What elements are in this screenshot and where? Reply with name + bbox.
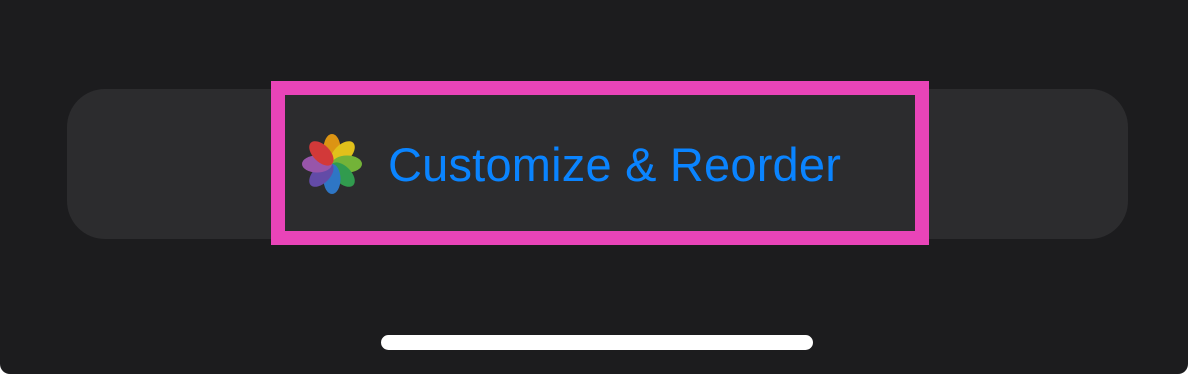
highlight-box (271, 81, 929, 245)
home-indicator[interactable] (381, 335, 813, 350)
